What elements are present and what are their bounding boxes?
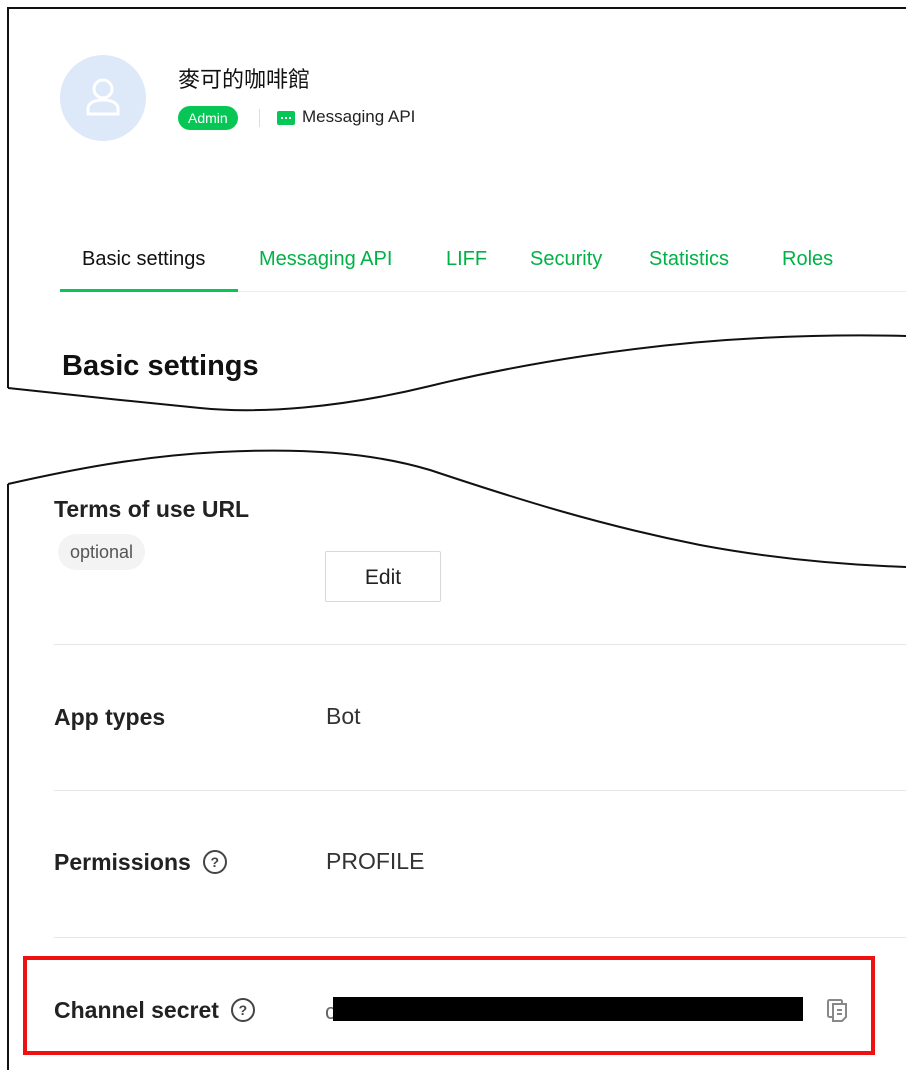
tab-statistics[interactable]: Statistics (649, 248, 729, 271)
optional-badge: optional (58, 534, 146, 570)
app-types-label: App types (54, 704, 166, 730)
tab-messaging-api[interactable]: Messaging API (259, 248, 392, 271)
channel-avatar (60, 55, 146, 141)
app-types-value: Bot (326, 703, 361, 729)
row-divider (54, 790, 906, 791)
user-outline-icon (86, 78, 120, 116)
row-divider (54, 937, 906, 938)
terms-of-use-label: Terms of use URL (54, 496, 250, 522)
active-tab-indicator (60, 289, 238, 292)
permissions-value: PROFILE (326, 848, 425, 874)
section-title: Basic settings (62, 350, 259, 382)
edit-button[interactable]: Edit (325, 551, 441, 602)
tab-basic-settings[interactable]: Basic settings (82, 248, 205, 271)
page-frame (7, 7, 906, 1070)
message-bubble-icon (277, 111, 295, 125)
channel-name: 麥可的咖啡館 (178, 68, 311, 93)
header-separator (259, 109, 260, 127)
tab-security[interactable]: Security (530, 248, 602, 271)
tab-roles[interactable]: Roles (782, 248, 833, 271)
highlight-box (23, 956, 875, 1055)
question-circle-icon[interactable]: ? (202, 850, 227, 874)
role-badge: Admin (178, 106, 238, 130)
permissions-row-label: Permissions? (54, 849, 227, 876)
tab-liff[interactable]: LIFF (446, 248, 487, 271)
row-divider (54, 644, 906, 645)
permissions-label: Permissions (54, 849, 191, 875)
channel-type: Messaging API (302, 107, 416, 126)
